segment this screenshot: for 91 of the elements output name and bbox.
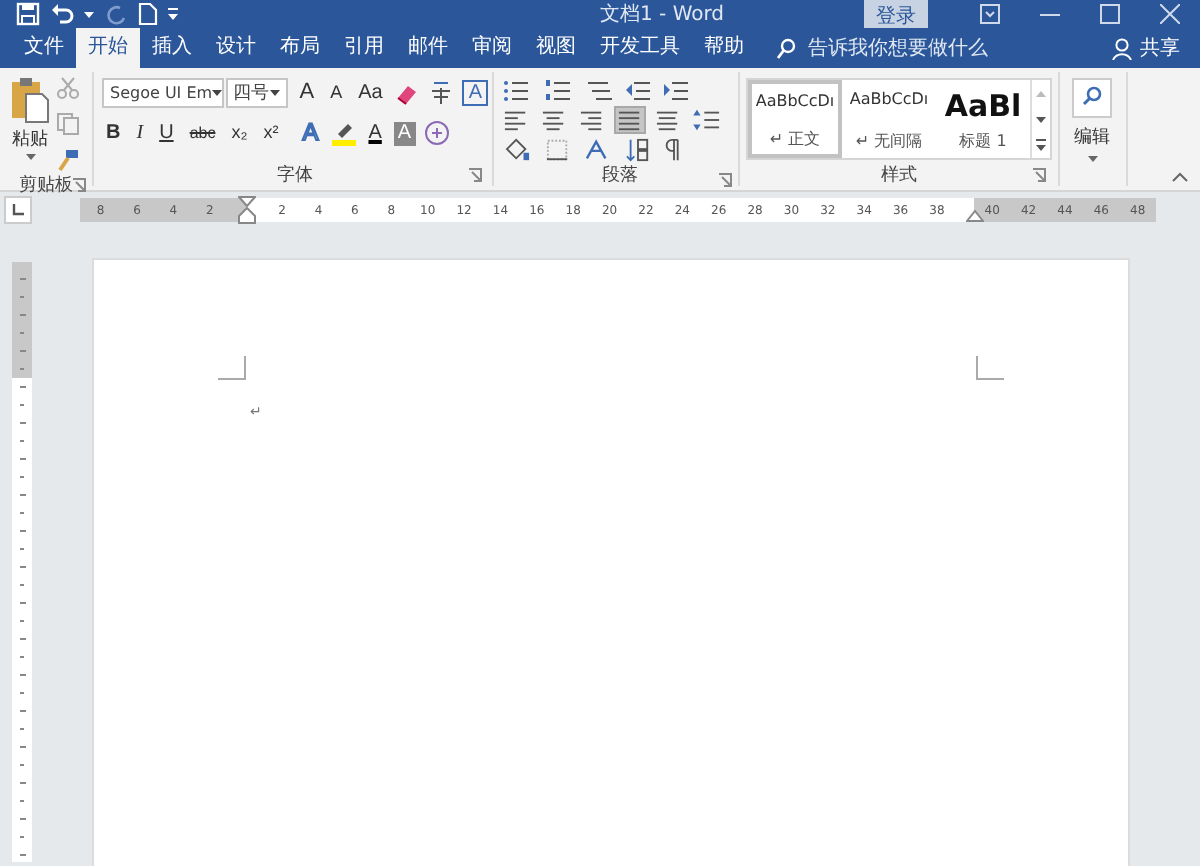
- superscript-button[interactable]: x²: [259, 118, 283, 148]
- align-left-icon[interactable]: [502, 108, 530, 132]
- group-label: 样式: [881, 163, 917, 187]
- document-icon[interactable]: [138, 2, 158, 26]
- circled-character-icon[interactable]: [423, 120, 450, 146]
- borders-icon[interactable]: [544, 138, 572, 162]
- window-title: 文档1 - Word: [597, 1, 727, 28]
- caret-icon[interactable]: [1087, 156, 1097, 164]
- collapse-ribbon-icon[interactable]: [1172, 172, 1188, 182]
- style-item[interactable]: AaBl 标题 1: [936, 80, 1030, 158]
- strikethrough-button[interactable]: abc: [185, 118, 220, 148]
- font-name-field[interactable]: Segoe UI Em: [102, 78, 224, 108]
- italic-button[interactable]: I: [132, 118, 148, 148]
- ribbon-tab[interactable]: 引用: [332, 28, 396, 68]
- search-icon[interactable]: [1072, 78, 1112, 118]
- group-label: 字体: [277, 163, 313, 187]
- character-shading-button[interactable]: A: [393, 121, 416, 145]
- ribbon-tab[interactable]: 审阅: [460, 28, 524, 68]
- grow-font-button[interactable]: A: [295, 78, 319, 108]
- copy-icon: [56, 112, 80, 136]
- ribbon-tab[interactable]: 布局: [268, 28, 332, 68]
- change-case-button[interactable]: Aa: [354, 78, 387, 108]
- decrease-indent-icon[interactable]: [624, 78, 652, 102]
- style-name: ↵ 无间隔: [855, 130, 923, 152]
- text-effects-button[interactable]: A: [298, 118, 323, 148]
- dialog-launcher-icon[interactable]: [468, 168, 482, 182]
- indent-marker-icon[interactable]: [238, 196, 256, 224]
- login-button[interactable]: 登录: [864, 0, 928, 28]
- phonetic-guide-icon[interactable]: [428, 80, 455, 106]
- underline-button[interactable]: U: [155, 118, 178, 148]
- close-icon[interactable]: [1160, 4, 1180, 24]
- shrink-font-button[interactable]: A: [326, 78, 347, 108]
- increase-indent-icon[interactable]: [662, 78, 690, 102]
- ribbon-display-icon[interactable]: [980, 4, 1000, 24]
- bold-button[interactable]: B: [102, 118, 125, 148]
- undo-icon[interactable]: [50, 2, 74, 26]
- align-center-icon[interactable]: [540, 108, 568, 132]
- tab-selector-icon[interactable]: [4, 196, 32, 224]
- tell-me-field[interactable]: 告诉我你想要做什么: [776, 28, 1024, 68]
- ribbon-tab[interactable]: 视图: [524, 28, 588, 68]
- align-right-icon[interactable]: [578, 108, 606, 132]
- clipboard-icon: [10, 76, 50, 124]
- bulleted-list-icon[interactable]: [502, 78, 534, 102]
- paste-button[interactable]: 粘贴: [0, 72, 56, 172]
- distributed-icon[interactable]: [654, 108, 682, 132]
- maximize-icon[interactable]: [1100, 4, 1120, 24]
- font-color-button[interactable]: A: [364, 118, 386, 148]
- ribbon-tab[interactable]: 邮件: [396, 28, 460, 68]
- search-icon: [776, 37, 796, 59]
- redo-icon: [104, 2, 128, 26]
- save-icon[interactable]: [16, 2, 40, 26]
- caret-icon: [212, 89, 222, 97]
- line-spacing-icon[interactable]: [692, 108, 724, 132]
- group-label: 剪贴板: [19, 173, 73, 197]
- eraser-icon[interactable]: [394, 80, 421, 106]
- right-indent-marker-icon[interactable]: [966, 210, 984, 222]
- style-preview: AaBbCcDı: [849, 90, 929, 108]
- cut-icon: [56, 76, 80, 100]
- ribbon-tab[interactable]: 文件: [12, 28, 76, 68]
- font-size-field[interactable]: 四号: [225, 78, 288, 108]
- multilevel-list-icon[interactable]: [586, 78, 614, 102]
- person-icon: [1112, 37, 1134, 59]
- style-name: ↵ 正文: [769, 128, 821, 150]
- dialog-launcher-icon[interactable]: [1032, 168, 1046, 182]
- subscript-button[interactable]: x₂: [227, 118, 252, 148]
- ribbon-tab[interactable]: 开始: [76, 28, 140, 68]
- highlighter-icon[interactable]: [330, 120, 357, 146]
- ribbon-tab[interactable]: 开发工具: [588, 28, 692, 68]
- editing-button[interactable]: 编辑: [1074, 124, 1110, 150]
- style-item[interactable]: AaBbCcDı ↵ 无间隔: [842, 80, 936, 158]
- dialog-launcher-icon[interactable]: [72, 178, 86, 192]
- character-border-button[interactable]: A: [462, 80, 488, 106]
- numbered-list-icon[interactable]: [544, 78, 576, 102]
- paint-bucket-icon[interactable]: [502, 138, 534, 162]
- style-preview: AaBbCcDı: [755, 92, 835, 110]
- ribbon-tab[interactable]: 帮助: [692, 28, 756, 68]
- caret-icon: [25, 154, 35, 162]
- margin-corner-icon: [976, 356, 1004, 380]
- share-button[interactable]: 共享: [1112, 28, 1180, 68]
- justify-icon[interactable]: [616, 108, 644, 132]
- style-preview: AaBl: [944, 90, 1022, 122]
- margin-corner-icon: [218, 356, 246, 380]
- style-item[interactable]: AaBbCcDı ↵ 正文: [748, 80, 842, 158]
- ribbon-tab[interactable]: 插入: [140, 28, 204, 68]
- dialog-launcher-icon[interactable]: [718, 168, 732, 192]
- brush-icon[interactable]: [56, 148, 80, 172]
- ribbon-tab[interactable]: 设计: [204, 28, 268, 68]
- style-name: 标题 1: [959, 130, 1007, 152]
- caret-icon: [269, 89, 280, 97]
- sort-icon[interactable]: [624, 138, 652, 162]
- group-label: 段落: [602, 163, 638, 187]
